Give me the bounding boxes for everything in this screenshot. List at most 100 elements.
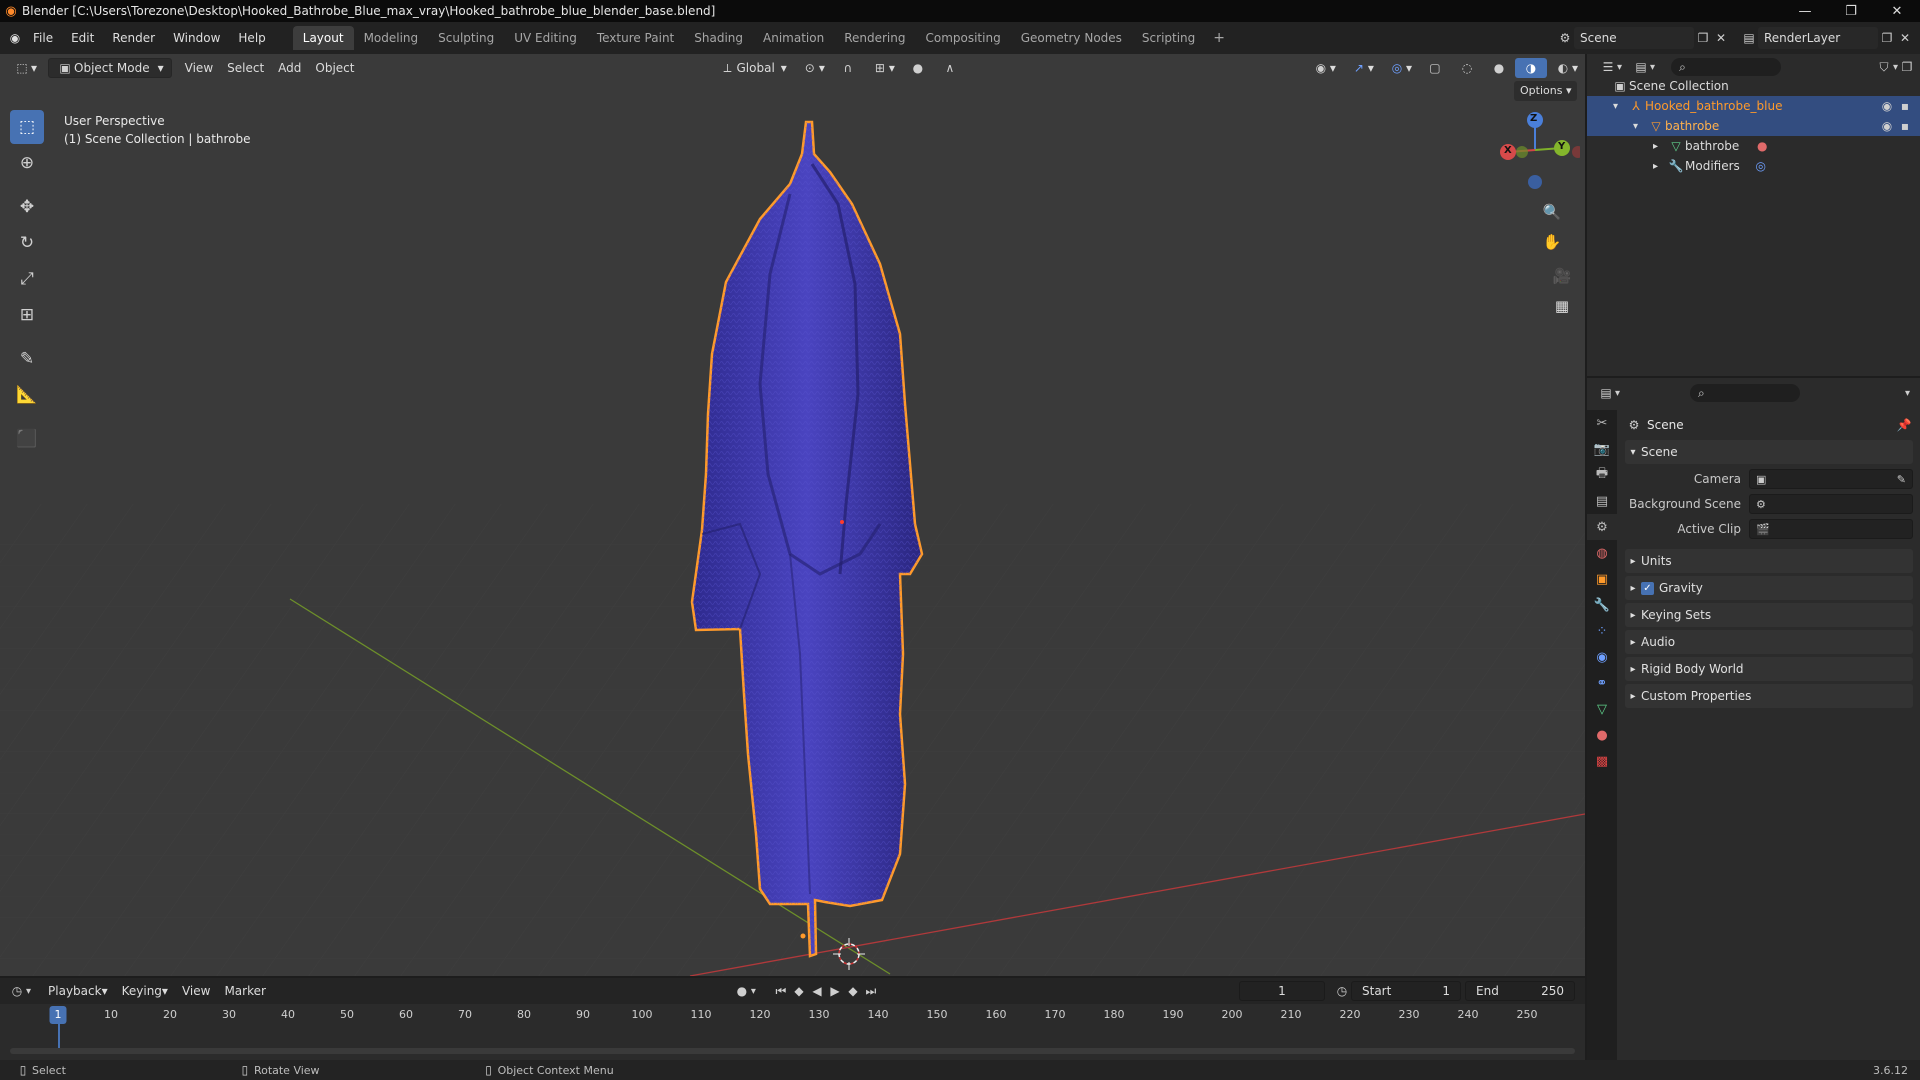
- menu-keying[interactable]: Keying ▾: [115, 981, 175, 1001]
- menu-playback[interactable]: Playback ▾: [41, 981, 115, 1001]
- gizmos-button[interactable]: ↗ ▾: [1343, 58, 1381, 78]
- current-frame-indicator[interactable]: 1: [49, 1006, 67, 1024]
- menu-file[interactable]: File: [24, 26, 62, 50]
- transform-tool[interactable]: ⊞: [10, 298, 44, 332]
- panel-rigid-body-world[interactable]: ▸ Rigid Body World: [1625, 657, 1913, 681]
- background-scene-field[interactable]: ⚙: [1749, 494, 1913, 514]
- 3d-viewport[interactable]: ⬚ ▾ ▣ Object Mode ▾ View Select Add Objec…: [0, 54, 1585, 976]
- new-view-layer-icon[interactable]: ❐: [1878, 29, 1896, 47]
- panel-gravity[interactable]: ▸ ✓ Gravity: [1625, 576, 1913, 600]
- minimize-button[interactable]: —: [1782, 0, 1828, 22]
- timeline-scrollbar[interactable]: [10, 1048, 1575, 1054]
- tab-modifiers[interactable]: 🔧: [1587, 592, 1617, 618]
- tab-texture-paint[interactable]: Texture Paint: [587, 26, 684, 50]
- properties-search-input[interactable]: ⌕: [1690, 384, 1801, 402]
- snap-toggle[interactable]: ∩: [832, 58, 864, 78]
- tab-scripting[interactable]: Scripting: [1132, 26, 1205, 50]
- jump-end-icon[interactable]: ⏭: [862, 982, 880, 1000]
- outliner-item-hooked-bathrobe[interactable]: ▾ ⅄ Hooked_bathrobe_blue ◉ ▪: [1587, 96, 1920, 116]
- expand-arrow-icon[interactable]: ▾: [1613, 101, 1627, 112]
- menu-object[interactable]: Object: [308, 58, 361, 78]
- expand-arrow-icon[interactable]: ▸: [1653, 161, 1667, 172]
- menu-edit[interactable]: Edit: [62, 26, 103, 50]
- pan-button[interactable]: ✋: [1538, 228, 1566, 256]
- pivot-point-button[interactable]: ⊙ ▾: [794, 58, 832, 78]
- panel-audio[interactable]: ▸ Audio: [1625, 630, 1913, 654]
- tab-tool[interactable]: ✂: [1587, 410, 1617, 436]
- expand-arrow-icon[interactable]: ▸: [1653, 141, 1667, 152]
- clock-icon[interactable]: ◷: [1333, 982, 1351, 1000]
- menu-window[interactable]: Window: [164, 26, 229, 50]
- modifier-icon[interactable]: ◎: [1752, 157, 1770, 175]
- snap-target-button[interactable]: ⊞ ▾: [864, 58, 902, 78]
- view-layer-selector[interactable]: RenderLayer: [1758, 27, 1878, 49]
- falloff-button[interactable]: ∧: [934, 58, 966, 78]
- rendered-shading-button[interactable]: ◐ ▾: [1547, 58, 1585, 78]
- properties-editor-icon[interactable]: ▤: [1597, 384, 1615, 402]
- current-frame-field[interactable]: 1: [1239, 981, 1325, 1001]
- outliner-item-modifiers[interactable]: ▸ 🔧 Modifiers ◎: [1587, 156, 1920, 176]
- add-cube-tool[interactable]: ⬛: [10, 422, 44, 456]
- select-box-tool[interactable]: ⬚: [10, 110, 44, 144]
- menu-help[interactable]: Help: [229, 26, 274, 50]
- menu-marker[interactable]: Marker: [217, 981, 272, 1001]
- close-button[interactable]: ✕: [1874, 0, 1920, 22]
- visibility-button[interactable]: ◉ ▾: [1305, 58, 1343, 78]
- ortho-toggle-button[interactable]: ▦: [1548, 292, 1576, 320]
- display-mode-icon[interactable]: ▤: [1632, 58, 1650, 76]
- panel-scene[interactable]: ▾ Scene: [1625, 440, 1913, 464]
- menu-view[interactable]: View: [178, 58, 220, 78]
- annotate-tool[interactable]: ✎: [10, 342, 44, 376]
- tab-geometry-nodes[interactable]: Geometry Nodes: [1011, 26, 1132, 50]
- eyedropper-icon[interactable]: ✎: [1897, 473, 1906, 486]
- options-button[interactable]: Options ▾: [1514, 81, 1578, 101]
- camera-view-button[interactable]: 🎥: [1548, 262, 1576, 290]
- mode-selector[interactable]: ▣ Object Mode ▾: [48, 58, 172, 78]
- tab-rendering[interactable]: Rendering: [834, 26, 915, 50]
- tab-world[interactable]: ◍: [1587, 540, 1617, 566]
- play-reverse-icon[interactable]: ◀: [808, 982, 826, 1000]
- pin-icon[interactable]: 📌: [1895, 416, 1913, 434]
- tab-material[interactable]: ●: [1587, 722, 1617, 748]
- eye-icon[interactable]: ◉: [1878, 117, 1896, 135]
- transform-orientation-selector[interactable]: ⟂ Global ▾: [712, 58, 794, 78]
- outliner-search-input[interactable]: ⌕: [1671, 58, 1782, 76]
- move-tool[interactable]: ✥: [10, 190, 44, 224]
- outliner-item-bathrobe[interactable]: ▾ ▽ bathrobe ◉ ▪: [1587, 116, 1920, 136]
- tab-data[interactable]: ▽: [1587, 696, 1617, 722]
- editor-type-button[interactable]: ⬚ ▾: [6, 58, 44, 78]
- tab-scene[interactable]: ⚙: [1587, 514, 1617, 540]
- filter-icon[interactable]: ⛉: [1875, 58, 1893, 76]
- material-icon[interactable]: ●: [1753, 137, 1771, 155]
- zoom-button[interactable]: 🔍: [1538, 198, 1566, 226]
- tab-animation[interactable]: Animation: [753, 26, 834, 50]
- tab-particles[interactable]: ⁘: [1587, 618, 1617, 644]
- menu-select[interactable]: Select: [220, 58, 271, 78]
- record-icon[interactable]: ●: [733, 982, 751, 1000]
- panel-keying-sets[interactable]: ▸ Keying Sets: [1625, 603, 1913, 627]
- tab-compositing[interactable]: Compositing: [915, 26, 1010, 50]
- delete-scene-icon[interactable]: ✕: [1712, 29, 1730, 47]
- rotate-tool[interactable]: ↻: [10, 226, 44, 260]
- tab-object[interactable]: ▣: [1587, 566, 1617, 592]
- proportional-edit-toggle[interactable]: ●: [902, 58, 934, 78]
- end-frame-field[interactable]: End 250: [1465, 981, 1575, 1001]
- delete-view-layer-icon[interactable]: ✕: [1896, 29, 1914, 47]
- view-layer-icon[interactable]: ▤: [1740, 29, 1758, 47]
- tab-physics[interactable]: ◉: [1587, 644, 1617, 670]
- prev-keyframe-icon[interactable]: ◆: [790, 982, 808, 1000]
- tab-texture[interactable]: ▩: [1587, 748, 1617, 774]
- timeline-editor-icon[interactable]: ◷: [8, 982, 26, 1000]
- overlays-button[interactable]: ◎ ▾: [1381, 58, 1419, 78]
- menu-render[interactable]: Render: [103, 26, 164, 50]
- start-frame-field[interactable]: Start 1: [1351, 981, 1461, 1001]
- tab-sculpting[interactable]: Sculpting: [428, 26, 504, 50]
- camera-render-icon[interactable]: ▪: [1896, 117, 1914, 135]
- tab-render[interactable]: 📷: [1587, 436, 1617, 462]
- solid-shading-button[interactable]: ●: [1483, 58, 1515, 78]
- scene-icon[interactable]: ⚙: [1556, 29, 1574, 47]
- blender-menu-icon[interactable]: ◉: [6, 29, 24, 47]
- measure-tool[interactable]: 📐: [10, 378, 44, 412]
- jump-start-icon[interactable]: ⏮: [772, 982, 790, 1000]
- tab-constraints[interactable]: ⚭: [1587, 670, 1617, 696]
